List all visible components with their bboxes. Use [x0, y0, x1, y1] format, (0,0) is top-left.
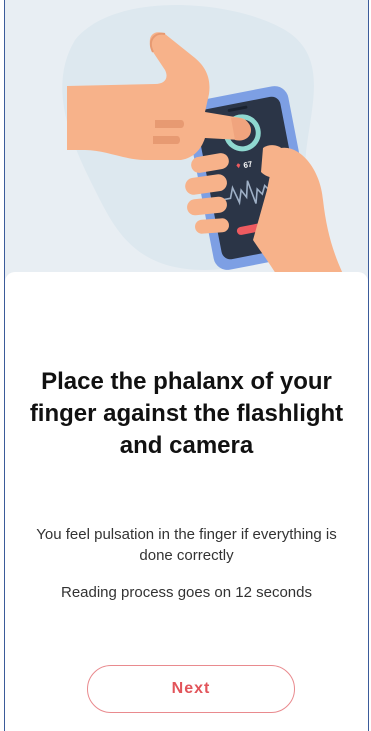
instruction-description: You feel pulsation in the finger if ever… [36, 526, 337, 564]
next-button[interactable]: Next [87, 665, 295, 713]
content-sheet [5, 272, 368, 731]
hero-illustration: 67 [5, 0, 368, 290]
page-title: Place the phalanx of your finger against… [29, 368, 344, 459]
app-screen: 67 Place the phalanx of your finger agai… [4, 0, 369, 731]
finger-on-phone-illustration: 67 [62, 5, 351, 290]
reading-duration-text: Reading process goes on 12 seconds [60, 584, 312, 601]
